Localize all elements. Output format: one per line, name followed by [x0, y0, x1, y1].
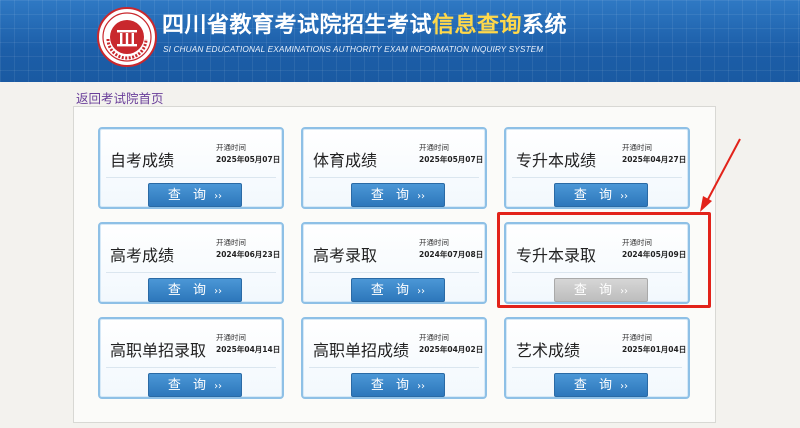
- red-arrow-icon: [700, 138, 741, 212]
